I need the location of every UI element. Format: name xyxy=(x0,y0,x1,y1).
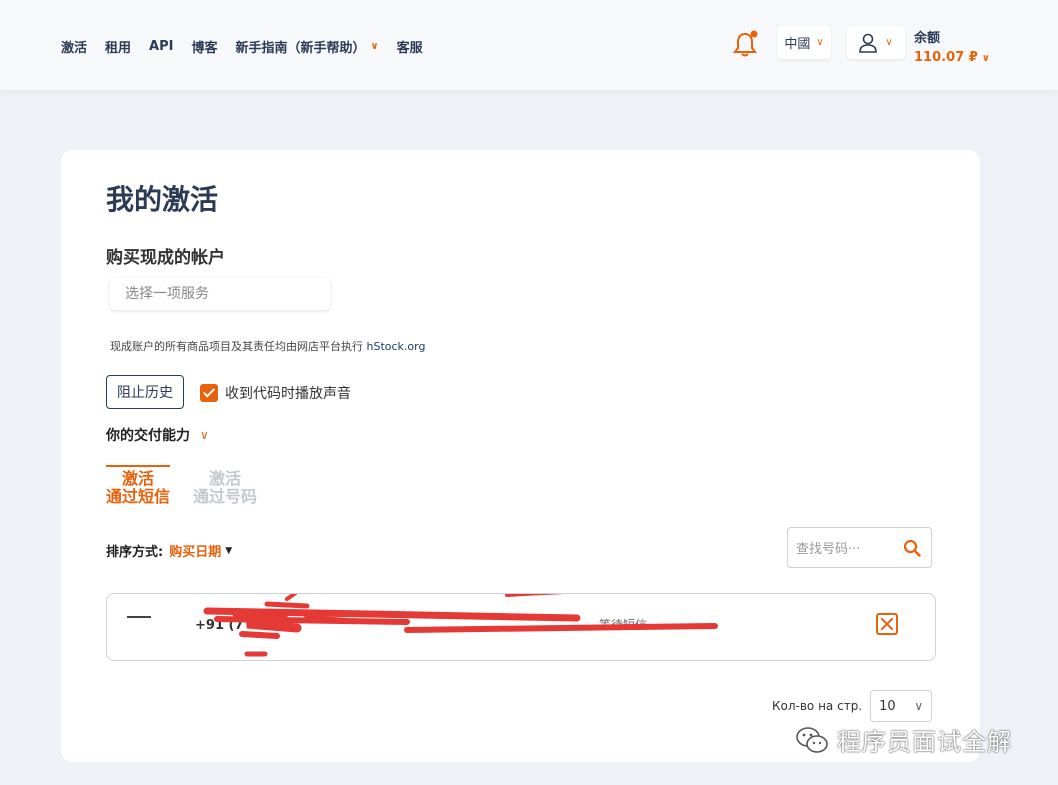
page-title: 我的激活 xyxy=(106,183,219,216)
sound-checkbox[interactable] xyxy=(200,384,218,402)
pagination-size: Кол-во на стр. 10 ∨ xyxy=(772,690,933,722)
chevron-down-icon: ∨ xyxy=(885,37,893,48)
activations-card: 我的激活 购买现成的帐户 选择一项服务 现成账户的所有商品项目及其责任均由网店平… xyxy=(61,150,980,762)
search-icon[interactable] xyxy=(903,539,921,557)
service-select[interactable]: 选择一项服务 xyxy=(110,278,330,310)
sort-control[interactable]: 排序方式: 购买日期 ▼ xyxy=(106,541,232,560)
search-input[interactable]: 查找号码··· xyxy=(796,538,903,557)
balance[interactable]: 余额 110.07 ₽ ∨ xyxy=(914,27,990,65)
top-bar: 激活 租用 API 博客 新手指南（新手帮助） ∨ 客服 中國 ∨ ∨ 余额 11… xyxy=(0,0,1058,90)
chevron-down-icon: ∨ xyxy=(914,699,924,713)
nav-item-blog[interactable]: 博客 xyxy=(191,37,217,56)
sort-label: 排序方式: xyxy=(106,545,164,560)
main-nav: 激活 租用 API 博客 新手指南（新手帮助） ∨ 客服 xyxy=(61,37,441,56)
cancel-activation-button[interactable] xyxy=(876,613,898,635)
per-page-select[interactable]: 10 ∨ xyxy=(870,690,933,722)
wechat-icon xyxy=(796,726,828,753)
nav-item-api[interactable]: API xyxy=(149,37,173,56)
block-history-button[interactable]: 阻止历史 xyxy=(106,375,184,409)
chevron-down-icon: ∨ xyxy=(200,428,209,442)
sound-toggle[interactable]: 收到代码时播放声音 xyxy=(200,383,351,403)
buy-accounts-title: 购买现成的帐户 xyxy=(106,248,225,268)
notice-text: 现成账户的所有商品项目及其责任均由网店平台执行 hStock.org xyxy=(110,340,426,353)
phone-number: +91 (7 xyxy=(195,618,244,633)
capacity-label: 你的交付能力 xyxy=(106,428,190,444)
watermark-text: 程序员面试全解 xyxy=(837,728,1012,756)
hstock-link[interactable]: hStock.org xyxy=(367,340,426,353)
balance-label: 余额 xyxy=(914,31,941,46)
nav-item-activate[interactable]: 激活 xyxy=(61,37,87,56)
delivery-capacity-toggle[interactable]: 你的交付能力 ∨ xyxy=(106,425,209,445)
service-placeholder-dash xyxy=(127,616,151,618)
chevron-down-icon: ∨ xyxy=(816,37,824,48)
balance-value: 110.07 ₽ ∨ xyxy=(914,50,990,65)
chevron-down-icon: ∨ xyxy=(370,41,379,52)
user-icon xyxy=(859,33,878,53)
nav-item-rent[interactable]: 租用 xyxy=(105,37,131,56)
nav-item-support[interactable]: 客服 xyxy=(397,37,423,56)
per-page-label: Кол-во на стр. xyxy=(772,699,863,713)
number-search[interactable]: 查找号码··· xyxy=(787,527,932,568)
language-selector[interactable]: 中國 ∨ xyxy=(777,26,831,59)
activation-row: +91 (7 等待短信 xyxy=(106,593,936,661)
activation-status: 等待短信 xyxy=(599,618,648,632)
sound-label: 收到代码时播放声音 xyxy=(225,386,351,402)
bell-icon[interactable] xyxy=(733,30,759,58)
nav-item-guide[interactable]: 新手指南（新手帮助） ∨ xyxy=(235,37,378,56)
tab-number-activation[interactable]: 激活 通过号码 xyxy=(193,465,257,506)
user-menu-button[interactable]: ∨ xyxy=(847,26,905,59)
tab-sms-activation[interactable]: 激活 通过短信 xyxy=(106,465,170,506)
watermark: 程序员面试全解 xyxy=(795,722,1012,757)
language-label: 中國 xyxy=(784,37,811,52)
chevron-down-icon: ∨ xyxy=(981,53,990,64)
caret-down-icon: ▼ xyxy=(225,545,233,556)
sort-value: 购买日期 xyxy=(169,545,222,560)
